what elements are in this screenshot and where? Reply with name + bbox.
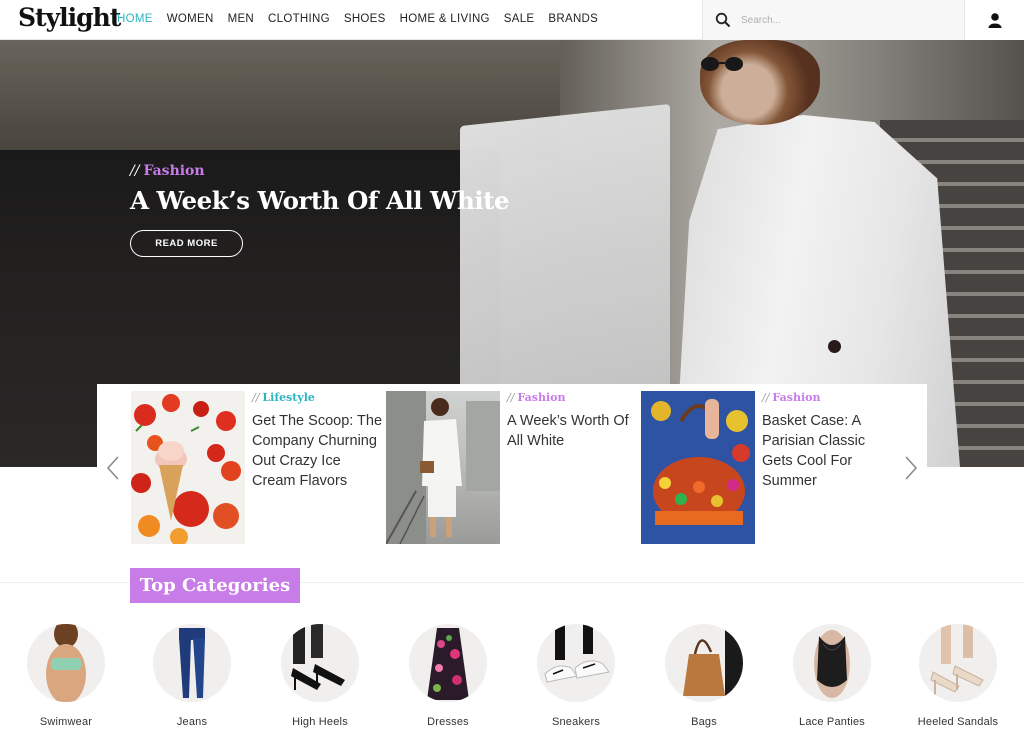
top-categories-heading: Top Categories <box>130 568 300 603</box>
article-category-label: Lifestyle <box>262 391 315 404</box>
category-image[interactable] <box>27 624 105 702</box>
search-bar <box>702 0 964 40</box>
article-thumbnail[interactable] <box>641 391 755 544</box>
nav-clothing[interactable]: CLOTHING <box>268 13 330 25</box>
user-icon <box>988 13 1002 28</box>
article-category-label: Fashion <box>517 391 566 404</box>
sandals-image <box>930 624 984 696</box>
article-thumbnail[interactable] <box>131 391 245 544</box>
category-prefix: // <box>252 391 260 404</box>
account-button[interactable] <box>964 0 1024 40</box>
article-category[interactable]: //Fashion <box>507 391 565 404</box>
category-image[interactable] <box>281 624 359 702</box>
category-label[interactable]: Lace Panties <box>782 716 882 728</box>
site-header: Stylight HOME WOMEN MEN CLOTHING SHOES H… <box>0 0 1024 40</box>
category-swimwear[interactable]: Swimwear <box>16 624 116 728</box>
category-image[interactable] <box>919 624 997 702</box>
search-input[interactable] <box>741 10 951 30</box>
article-category-label: Fashion <box>772 391 821 404</box>
swimwear-image <box>46 624 86 702</box>
category-prefix: // <box>507 391 515 404</box>
category-jeans[interactable]: Jeans <box>142 624 242 728</box>
high-heels-image <box>291 624 345 690</box>
chevron-left-icon[interactable] <box>102 453 126 483</box>
sneakers-image <box>544 624 610 683</box>
category-label[interactable]: Bags <box>654 716 754 728</box>
article-card[interactable]: //Fashion Basket Case: A Parisian Classi… <box>641 391 896 544</box>
read-more-button[interactable]: READ MORE <box>130 230 243 257</box>
lingerie-image <box>814 630 850 698</box>
category-sneakers[interactable]: Sneakers <box>526 624 626 728</box>
category-image[interactable] <box>153 624 231 702</box>
category-prefix: // <box>762 391 770 404</box>
hero-category-label: Fashion <box>143 163 205 179</box>
category-heeled-sandals[interactable]: Heeled Sandals <box>908 624 1008 728</box>
category-image[interactable] <box>665 624 743 702</box>
chevron-right-icon[interactable] <box>898 453 922 483</box>
category-high-heels[interactable]: High Heels <box>270 624 370 728</box>
nav-shoes[interactable]: SHOES <box>344 13 386 25</box>
nav-sale[interactable]: SALE <box>504 13 535 25</box>
category-label[interactable]: Swimwear <box>16 716 116 728</box>
category-label[interactable]: Jeans <box>142 716 242 728</box>
logo[interactable]: Stylight <box>18 3 121 32</box>
hero-title[interactable]: A Week’s Worth Of All White <box>130 186 510 215</box>
street-style-image <box>386 391 500 544</box>
article-category[interactable]: //Lifestyle <box>252 391 315 404</box>
category-lace-panties[interactable]: Lace Panties <box>782 624 882 728</box>
category-label[interactable]: Heeled Sandals <box>908 716 1008 728</box>
food-image <box>131 394 241 544</box>
search-icon[interactable] <box>715 12 731 28</box>
nav-women[interactable]: WOMEN <box>167 13 214 25</box>
article-thumbnail[interactable] <box>386 391 500 544</box>
dress-image <box>427 628 469 700</box>
category-image[interactable] <box>793 624 871 702</box>
article-card[interactable]: //Fashion A Week’s Worth Of All White <box>386 391 641 544</box>
bag-image <box>683 624 743 702</box>
category-label[interactable]: Dresses <box>398 716 498 728</box>
nav-brands[interactable]: BRANDS <box>548 13 598 25</box>
category-dresses[interactable]: Dresses <box>398 624 498 728</box>
article-title[interactable]: A Week’s Worth Of All White <box>507 411 639 451</box>
bag-image <box>641 391 755 544</box>
category-label[interactable]: High Heels <box>270 716 370 728</box>
category-image[interactable] <box>537 624 615 702</box>
article-title[interactable]: Basket Case: A Parisian Classic Gets Coo… <box>762 411 894 491</box>
hero-category[interactable]: //Fashion <box>130 163 205 179</box>
nav-home-living[interactable]: HOME & LIVING <box>400 13 490 25</box>
article-card[interactable]: //Lifestyle Get The Scoop: The Company C… <box>131 391 386 544</box>
main-nav: HOME WOMEN MEN CLOTHING SHOES HOME & LIV… <box>117 13 598 25</box>
category-label[interactable]: Sneakers <box>526 716 626 728</box>
nav-men[interactable]: MEN <box>228 13 254 25</box>
jeans-image <box>179 628 205 698</box>
category-bags[interactable]: Bags <box>654 624 754 728</box>
category-prefix: // <box>130 163 140 179</box>
category-image[interactable] <box>409 624 487 702</box>
nav-home[interactable]: HOME <box>117 13 153 25</box>
article-title[interactable]: Get The Scoop: The Company Churning Out … <box>252 411 384 491</box>
article-category[interactable]: //Fashion <box>762 391 820 404</box>
